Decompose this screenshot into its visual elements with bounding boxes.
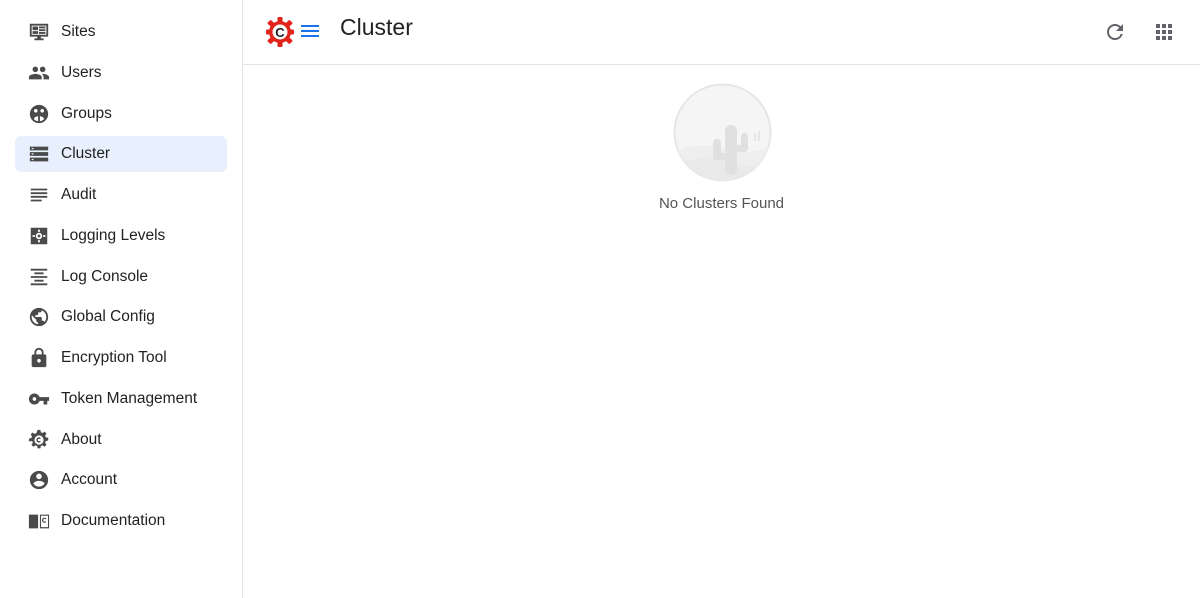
menu-toggle-button[interactable] [299,20,321,42]
about-gear-icon [27,428,51,452]
sidebar-item-log-console[interactable]: Log Console [15,259,227,295]
sidebar-item-documentation[interactable]: Documentation [15,503,227,539]
groups-icon [27,102,51,126]
apps-grid-icon [1156,24,1172,40]
documentation-icon [27,509,51,533]
header: C Cluster [243,0,1200,65]
page-title: Cluster [340,14,413,40]
sidebar-item-about[interactable]: About [15,422,227,458]
sidebar-item-label: Sites [61,23,96,40]
desert-cactus-icon [673,83,772,182]
refresh-button[interactable] [1103,20,1127,44]
sidebar-item-audit[interactable]: Audit [15,177,227,213]
sidebar-item-logging-levels[interactable]: Logging Levels [15,218,227,254]
sidebar-item-label: Audit [61,186,97,203]
refresh-icon [1107,24,1123,40]
sidebar-item-label: Documentation [61,512,166,529]
main-content: No Clusters Found [243,65,1200,598]
sidebar-item-sites[interactable]: Sites [15,14,227,50]
sidebar-item-label: Account [61,471,118,489]
globe-icon [27,305,51,329]
sidebar-item-label: Encryption Tool [61,349,167,366]
sidebar-item-cluster[interactable]: Cluster [15,136,227,173]
sidebar-item-label: Cluster [61,145,111,163]
brand-logo[interactable]: C [265,15,295,49]
sidebar-item-label: Token Management [61,389,198,407]
apps-grid-button[interactable] [1152,20,1176,44]
sidebar-item-label: Groups [61,104,112,122]
sidebar-item-encryption-tool[interactable]: Encryption Tool [15,340,227,376]
account-icon [27,468,51,492]
sidebar-item-label: Users [61,63,102,81]
users-icon [27,61,51,85]
log-console-icon [27,265,51,289]
sidebar-item-users[interactable]: Users [15,55,227,91]
sidebar-item-label: Global Config [61,308,155,326]
sidebar-item-account[interactable]: Account [15,462,227,498]
svg-text:C: C [275,25,285,40]
cluster-icon [27,142,51,166]
audit-icon [27,183,51,207]
sidebar-item-label: Log Console [61,267,149,285]
empty-state-message: No Clusters Found [658,195,785,212]
sidebar-item-global-config[interactable]: Global Config [15,299,227,335]
hamburger-icon [301,25,319,37]
key-icon [27,387,51,411]
sidebar-item-label: Logging Levels [61,226,166,244]
sidebar-nav: Sites Users Groups Cluster Audit Logging… [0,0,242,539]
sidebar-item-groups[interactable]: Groups [15,96,227,132]
sidebar-item-label: About [61,430,102,448]
sites-icon [27,20,51,44]
logging-levels-icon [27,224,51,248]
lock-icon [27,346,51,370]
sidebar-item-token-management[interactable]: Token Management [15,381,227,417]
brand-gear-icon: C [266,17,294,47]
empty-state-illustration [673,83,772,182]
app: Sites Users Groups Cluster Audit Logging… [0,0,1200,598]
sidebar: Sites Users Groups Cluster Audit Logging… [0,0,243,598]
